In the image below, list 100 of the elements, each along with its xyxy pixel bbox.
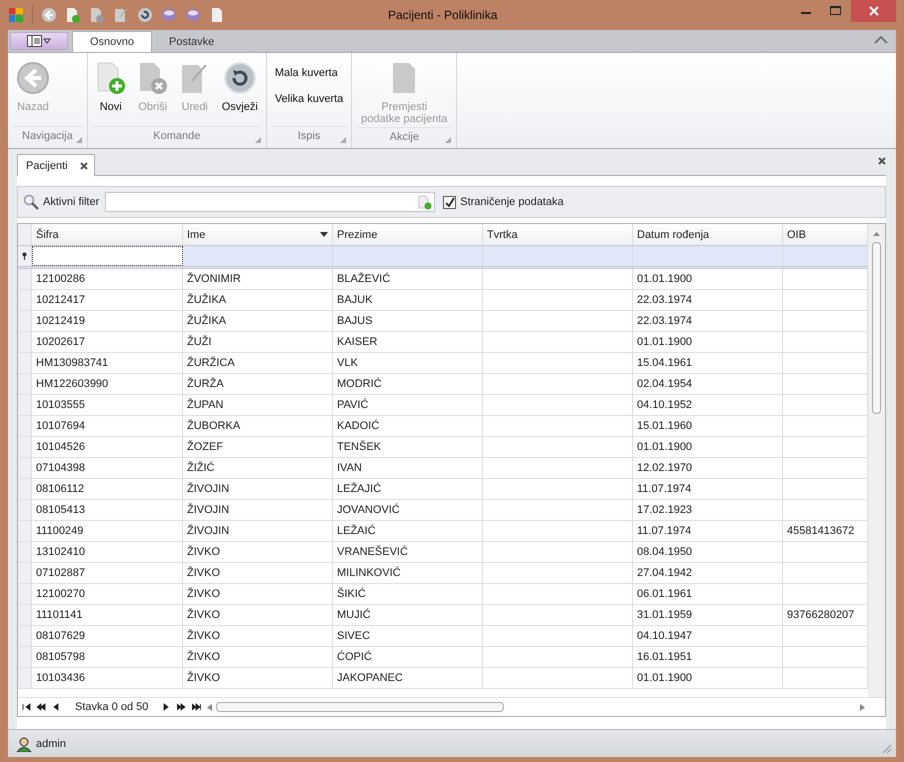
table-cell: IVAN <box>333 458 483 478</box>
row-indicator[interactable] <box>18 542 32 562</box>
table-cell: ĆOPIĆ <box>333 647 483 667</box>
filter-cell[interactable] <box>32 246 183 266</box>
close-icon[interactable] <box>80 162 88 170</box>
table-cell: ŽURŽICA <box>183 353 333 373</box>
row-indicator[interactable] <box>18 374 32 394</box>
ribbon-tab[interactable]: Osnovno <box>72 31 152 52</box>
row-indicator[interactable] <box>18 395 32 415</box>
ribbon-button[interactable]: Novi <box>92 59 130 126</box>
sort-arrow-icon[interactable] <box>320 232 328 237</box>
dialog-launcher-icon[interactable] <box>76 137 82 143</box>
previous-icon[interactable] <box>52 703 61 711</box>
scroll-left-icon[interactable] <box>207 704 212 710</box>
table-cell: 15.04.1961 <box>633 353 783 373</box>
row-indicator[interactable] <box>18 269 32 289</box>
row-indicator[interactable] <box>18 458 32 478</box>
sphere-icon[interactable] <box>185 7 201 23</box>
ribbon-tab[interactable]: Postavke <box>152 31 232 52</box>
collapse-ribbon-icon[interactable] <box>874 35 888 44</box>
row-indicator[interactable] <box>18 626 32 646</box>
table-cell: 22.03.1974 <box>633 290 783 310</box>
scroll-thumb[interactable] <box>216 702 504 712</box>
close-icon[interactable] <box>878 157 886 165</box>
row-indicator[interactable] <box>18 437 32 457</box>
ribbon-button[interactable]: Velika kuverta <box>270 91 348 107</box>
pager-label: Stavka 0 od 50 <box>74 701 150 713</box>
table-cell: 12.02.1970 <box>633 458 783 478</box>
table-cell: JAKOPANEC <box>333 668 483 688</box>
table-cell: ŽOZEF <box>183 437 333 457</box>
table-cell: ŽUBORKA <box>183 416 333 436</box>
app-icon[interactable] <box>8 7 24 23</box>
row-indicator[interactable] <box>18 332 32 352</box>
column-header[interactable]: Prezime <box>333 224 483 245</box>
table-cell: 10107694 <box>32 416 183 436</box>
table-cell: 08.04.1950 <box>633 542 783 562</box>
row-indicator[interactable] <box>18 584 32 604</box>
last-page-icon[interactable] <box>192 703 202 711</box>
row-indicator[interactable] <box>18 500 32 520</box>
row-indicator[interactable] <box>18 353 32 373</box>
ribbon-button[interactable]: Mala kuverta <box>270 65 348 81</box>
row-indicator[interactable] <box>18 479 32 499</box>
scroll-up-icon[interactable] <box>873 230 880 238</box>
column-header[interactable]: Tvrtka <box>483 224 633 245</box>
resize-grip-icon[interactable] <box>880 742 892 754</box>
column-header[interactable]: Datum rođenja <box>633 224 783 245</box>
new-document-icon[interactable] <box>418 194 432 210</box>
row-indicator[interactable] <box>18 647 32 667</box>
document-tab[interactable]: Pacijenti <box>17 154 95 176</box>
table-cell: PAVIĆ <box>333 395 483 415</box>
paging-checkbox[interactable] <box>443 196 456 208</box>
dialog-launcher-icon[interactable] <box>445 137 452 143</box>
maximize-icon <box>830 6 842 16</box>
table-cell: 08107629 <box>32 626 183 646</box>
status-user: admin <box>36 738 66 750</box>
column-header[interactable]: Ime <box>183 224 333 245</box>
table-cell: ŽUPAN <box>183 395 333 415</box>
table-cell: ŽIVKO <box>183 584 333 604</box>
row-indicator[interactable] <box>18 668 32 688</box>
refresh-icon[interactable] <box>137 7 153 23</box>
table-cell: 11.07.1974 <box>633 521 783 541</box>
table-cell: 12100286 <box>32 269 183 289</box>
row-indicator[interactable] <box>18 311 32 331</box>
table-cell: 10202617 <box>32 332 183 352</box>
table-cell: 10212417 <box>32 290 183 310</box>
table-cell: 08106112 <box>32 479 183 499</box>
next-page-icon[interactable] <box>177 703 186 711</box>
edit-document-icon[interactable] <box>113 7 129 23</box>
table-cell: ŽIVKO <box>183 647 333 667</box>
next-icon[interactable] <box>162 703 172 711</box>
table-cell: 02.04.1954 <box>633 374 783 394</box>
column-header[interactable]: Šifra <box>32 224 183 245</box>
table-cell: ŽIVOJIN <box>183 500 333 520</box>
first-page-icon[interactable] <box>22 703 31 711</box>
scroll-right-icon[interactable] <box>860 704 865 710</box>
table-cell: KADOIĆ <box>333 416 483 436</box>
table-cell: 01.01.1900 <box>633 668 783 688</box>
table-cell: 10103436 <box>32 668 183 688</box>
table-cell: KAISER <box>333 332 483 352</box>
new-document-icon[interactable] <box>65 7 81 23</box>
tab-label[interactable]: Pacijenti <box>26 160 68 172</box>
application-menu-button[interactable] <box>10 32 68 50</box>
delete-document-icon[interactable] <box>89 7 105 23</box>
row-indicator[interactable] <box>18 563 32 583</box>
window-title: Pacijenti - Poliklinika <box>388 8 498 22</box>
dialog-launcher-icon[interactable] <box>340 137 346 143</box>
dialog-launcher-icon[interactable] <box>254 137 261 143</box>
document-icon[interactable] <box>209 7 225 23</box>
group-title: Akcije <box>390 130 419 142</box>
row-indicator[interactable] <box>18 416 32 436</box>
table-cell: SIVEC <box>333 626 483 646</box>
ribbon-button[interactable]: Osvježi <box>218 59 262 126</box>
close-button[interactable] <box>851 0 896 22</box>
previous-page-icon[interactable] <box>37 703 46 711</box>
row-indicator[interactable] <box>18 521 32 541</box>
row-indicator[interactable] <box>18 605 32 625</box>
scroll-thumb[interactable] <box>872 242 881 414</box>
sphere-icon[interactable] <box>161 7 177 23</box>
table-cell: ŽIVKO <box>183 563 333 583</box>
row-indicator[interactable] <box>18 290 32 310</box>
